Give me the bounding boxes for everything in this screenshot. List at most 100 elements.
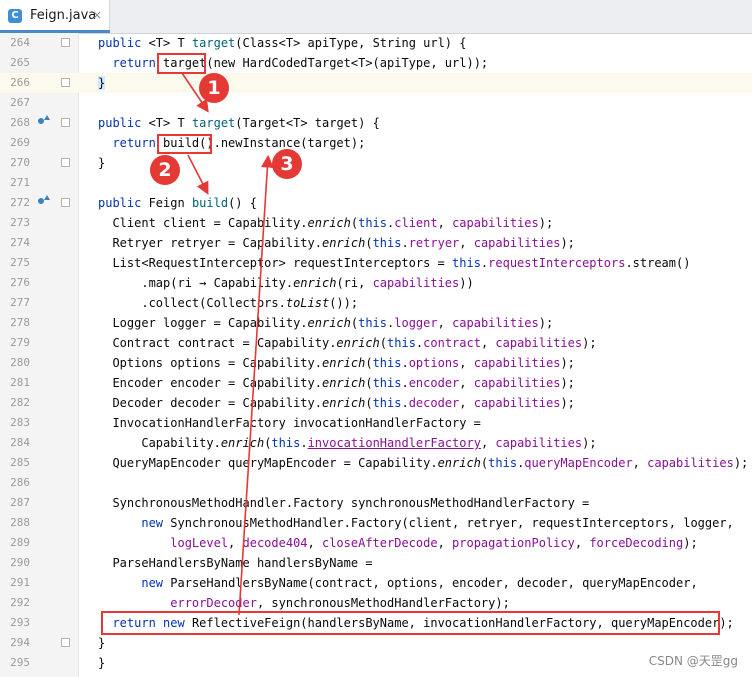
code-line[interactable]: 294} [0,633,752,653]
code-line[interactable]: 274 Retryer retryer = Capability.enrich(… [0,233,752,253]
code-text: QueryMapEncoder queryMapEncoder = Capabi… [98,453,748,473]
code-token: , [632,456,648,470]
code-token: InvocationHandlerFactory invocationHandl… [98,416,481,430]
code-token: closeAfterDecode [321,536,438,550]
watermark: CSDN @天罡gg [648,654,738,668]
code-token: , [459,356,474,370]
code-text: } [98,153,105,173]
code-text: Capability.enrich(this.invocationHandler… [98,433,596,453]
code-line[interactable]: 267 [0,93,752,113]
code-editor[interactable]: 264 public <T> T target(Class<T> apiType,… [0,33,752,677]
code-line[interactable]: 281 Encoder encoder = Capability.enrich(… [0,373,752,393]
code-token: } [98,656,106,670]
code-token: enrich [307,216,351,230]
code-token: logLevel [170,536,229,550]
line-number: 266 [10,76,30,89]
code-token: encoder [408,376,460,390]
code-line[interactable]: 273 Client client = Capability.enrich(th… [0,213,752,233]
code-token: , [437,216,453,230]
code-token: contract [423,336,481,350]
fold-toggle-icon[interactable] [61,118,70,127]
fold-toggle-icon[interactable] [61,78,70,87]
code-token: , [437,536,453,550]
code-token: capabilities [495,436,583,450]
code-line[interactable]: 266} [0,73,752,93]
code-line[interactable]: 282 Decoder decoder = Capability.enrich(… [0,393,752,413]
fold-toggle-icon[interactable] [61,38,70,47]
code-token: capabilities [473,376,561,390]
code-line[interactable]: 265 return target(new HardCodedTarget<T>… [0,53,752,73]
code-line[interactable]: 295} [0,653,752,673]
code-token: public [98,196,149,210]
code-token: this [387,336,416,350]
code-line[interactable]: 279 Contract contract = Capability.enric… [0,333,752,353]
line-number: 275 [10,256,30,269]
code-line[interactable]: 280 Options options = Capability.enrich(… [0,353,752,373]
code-token: return [112,56,164,70]
code-line[interactable]: 271 [0,173,752,193]
code-text: public <T> T target(Class<T> apiType, St… [98,33,466,53]
implements-method-icon[interactable] [38,195,50,204]
code-token: this [372,356,402,370]
code-line[interactable]: 269 return build().newInstance(target); [0,133,752,153]
code-token: enrich [321,356,366,370]
code-line[interactable]: 291 new ParseHandlersByName(contract, op… [0,573,752,593]
code-line[interactable]: 290 ParseHandlersByName handlersByName = [0,553,752,573]
code-line[interactable]: 270} [0,153,752,173]
code-token: enrich [293,276,337,290]
code-text: new ParseHandlersByName(contract, option… [98,573,698,593]
line-number: 287 [10,496,30,509]
code-line[interactable]: 288 new SynchronousMethodHandler.Factory… [0,513,752,533]
code-token: , [574,536,590,550]
line-number: 290 [10,556,30,569]
code-token: enrich [437,456,481,470]
code-line[interactable]: 264 public <T> T target(Class<T> apiType,… [0,33,752,53]
code-line[interactable]: 285 QueryMapEncoder queryMapEncoder = Ca… [0,453,752,473]
code-token: ); [560,396,575,410]
code-token: , [307,536,322,550]
code-token: target(new HardCodedTarget<T>(apiType, u… [163,56,489,70]
tab-feign-java[interactable]: C Feign.java × [0,0,110,33]
code-token: return [112,136,164,150]
code-line[interactable]: 286 [0,473,752,493]
code-line[interactable]: 268 public <T> T target(Target<T> target)… [0,113,752,133]
code-line[interactable]: 276 .map(ri → Capability.enrich(ri, capa… [0,273,752,293]
code-token: this [372,236,402,250]
code-token: Contract contract = Capability. [98,336,337,350]
close-icon[interactable]: × [92,8,102,22]
code-token: Retryer retryer = Capability. [98,236,322,250]
line-number: 293 [10,616,30,629]
code-line[interactable]: 287 SynchronousMethodHandler.Factory syn… [0,493,752,513]
code-token: .map(ri → Capability. [98,276,294,290]
code-token: capabilities [473,396,561,410]
code-line[interactable]: 277 .collect(Collectors.toList()); [0,293,752,313]
line-number: 286 [10,476,30,489]
code-line[interactable]: 272 public Feign build() { [0,193,752,213]
code-text: InvocationHandlerFactory invocationHandl… [98,413,481,433]
line-number: 281 [10,376,30,389]
code-token: decode404 [242,536,308,550]
implements-method-icon[interactable] [38,115,50,124]
code-token: ParseHandlersByName(contract, options, e… [170,576,698,590]
code-token: Decoder decoder = Capability. [98,396,322,410]
line-number: 267 [10,96,30,109]
code-line[interactable]: 289 logLevel, decode404, closeAfterDecod… [0,533,752,553]
fold-toggle-icon[interactable] [61,158,70,167]
code-token: ); [733,456,749,470]
fold-toggle-icon[interactable] [61,198,70,207]
code-line[interactable]: 284 Capability.enrich(this.invocationHan… [0,433,752,453]
code-line[interactable]: 292 errorDecoder, synchronousMethodHandl… [0,593,752,613]
code-token: client [394,216,438,230]
code-text: Retryer retryer = Capability.enrich(this… [98,233,574,253]
code-token: options [408,356,460,370]
code-line[interactable]: 275 List<RequestInterceptor> requestInte… [0,253,752,273]
code-token: } [98,76,106,90]
code-token: ( [365,356,373,370]
fold-toggle-icon[interactable] [61,638,70,647]
code-token: . [401,236,409,250]
code-line[interactable]: 283 InvocationHandlerFactory invocationH… [0,413,752,433]
code-line[interactable]: 278 Logger logger = Capability.enrich(th… [0,313,752,333]
code-text: Options options = Capability.enrich(this… [98,353,574,373]
